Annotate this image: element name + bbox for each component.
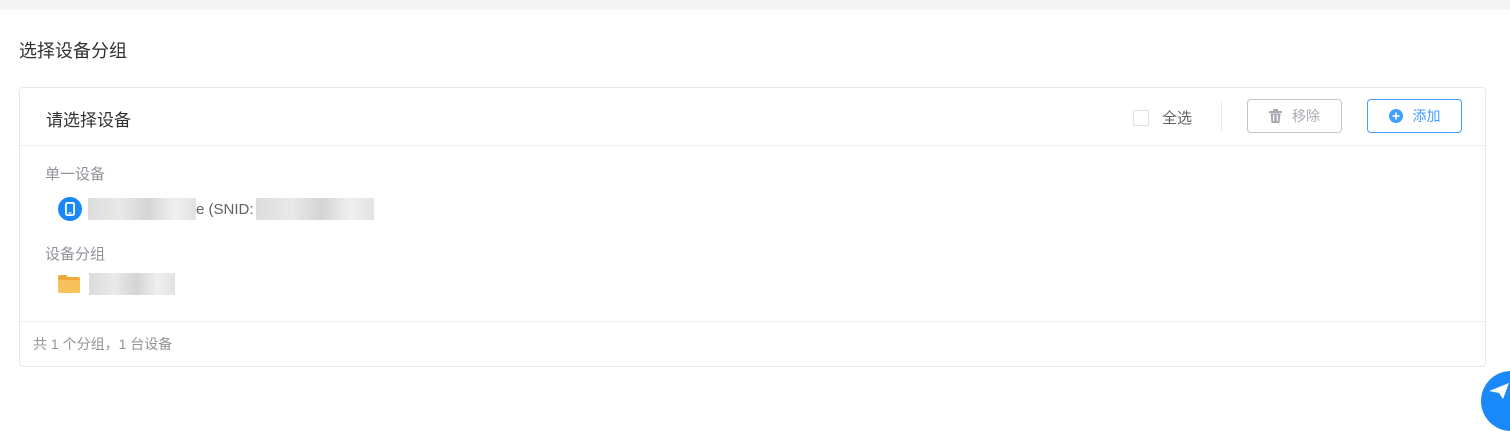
device-snid-redacted — [255, 198, 374, 220]
folder-icon — [58, 275, 80, 293]
paper-plane-icon — [1489, 383, 1509, 399]
plus-circle-icon — [1388, 109, 1403, 123]
single-device-label: 单一设备 — [45, 166, 106, 183]
add-button-label: 添加 — [1412, 108, 1441, 124]
floating-action-button[interactable] — [1481, 371, 1510, 431]
panel-body: 单一设备 e (SNID: 设备分组 — [20, 146, 1485, 324]
device-item[interactable]: e (SNID: — [58, 197, 374, 221]
remove-button[interactable]: 移除 — [1247, 99, 1342, 133]
device-group-label: 设备分组 — [45, 246, 106, 263]
remove-button-label: 移除 — [1292, 108, 1320, 124]
header-divider — [1221, 102, 1222, 131]
panel-footer: 共 1 个分组，1 台设备 — [20, 321, 1485, 366]
group-name-redacted — [89, 273, 175, 295]
panel-title: 请选择设备 — [46, 111, 131, 130]
device-name-redacted — [88, 198, 196, 220]
select-all-label: 全选 — [1162, 110, 1193, 127]
mobile-phone-icon — [58, 197, 82, 221]
page-title: 选择设备分组 — [19, 41, 127, 61]
device-snid-text: e (SNID: — [196, 200, 254, 218]
checkbox-box[interactable] — [1133, 109, 1149, 126]
top-bar — [0, 0, 1510, 10]
panel-header: 请选择设备 全选 移除 添加 — [20, 88, 1485, 146]
device-select-panel: 请选择设备 全选 移除 添加 单一设备 e (SNID: 设备分组 共 1 个分… — [19, 87, 1486, 367]
select-all-checkbox[interactable]: 全选 — [1133, 107, 1192, 128]
trash-icon — [1269, 109, 1282, 123]
add-button[interactable]: 添加 — [1367, 99, 1462, 133]
group-item[interactable] — [58, 273, 175, 295]
